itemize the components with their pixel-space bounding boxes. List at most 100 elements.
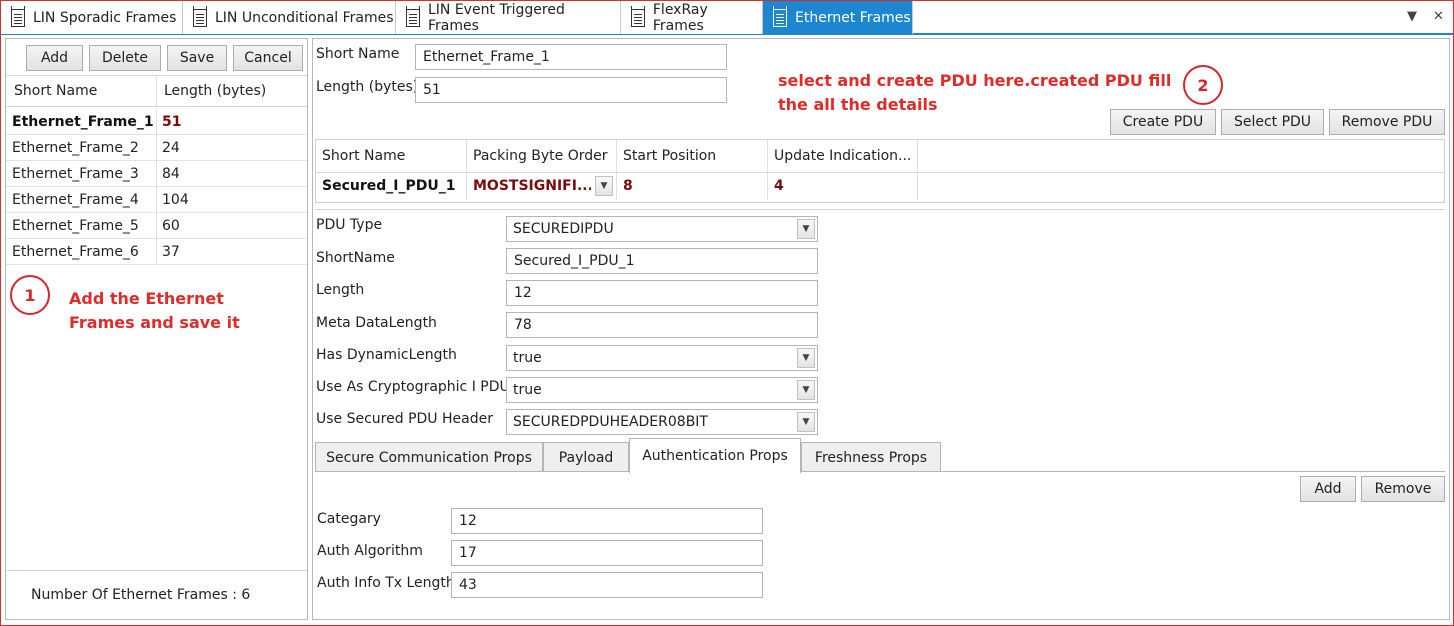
frame-length-field[interactable]: 51: [415, 77, 727, 103]
pdu-length-field[interactable]: 12: [506, 280, 818, 306]
annotation-step-2-circle: 2: [1183, 65, 1223, 105]
packing-byte-order-value[interactable]: MOSTSIGNIFI...: [467, 173, 591, 199]
category-field[interactable]: 12: [451, 508, 763, 534]
table-row[interactable]: Secured_I_PDU_1 MOSTSIGNIFI... ▼ 8 4: [316, 173, 1444, 200]
table-row[interactable]: Ethernet_Frame_5 60: [6, 213, 307, 239]
tab-lin-sporadic-frames[interactable]: LIN Sporadic Frames: [1, 1, 183, 34]
chevron-down-icon[interactable]: ▼: [797, 412, 815, 432]
meta-data-length-label: Meta DataLength: [316, 315, 437, 331]
chevron-down-icon[interactable]: ▼: [1407, 9, 1417, 25]
select-pdu-button[interactable]: Select PDU: [1221, 109, 1324, 135]
document-icon: [406, 5, 420, 27]
tab-lin-unconditional-frames[interactable]: LIN Unconditional Frames: [183, 1, 396, 34]
add-auth-button[interactable]: Add: [1300, 476, 1356, 502]
frame-count-status: Number Of Ethernet Frames : 6: [31, 587, 251, 603]
tab-lin-event-triggered-frames[interactable]: LIN Event Triggered Frames: [396, 1, 621, 34]
column-header-packing-byte-order[interactable]: Packing Byte Order: [467, 143, 615, 169]
remove-pdu-button[interactable]: Remove PDU: [1329, 109, 1445, 135]
column-header-short-name[interactable]: Short Name: [8, 78, 156, 104]
authentication-props-content: Add Remove Categary 12 Auth Algorithm 17…: [315, 471, 1445, 617]
frame-length: 51: [162, 114, 182, 130]
frame-short-name: Ethernet_Frame_1: [12, 114, 154, 130]
column-separator: [917, 173, 918, 200]
use-as-cryptographic-value: true: [513, 382, 542, 398]
annotation-line: Add the Ethernet: [69, 289, 224, 308]
column-header-update-indication[interactable]: Update Indication...: [768, 143, 916, 169]
save-button[interactable]: Save: [167, 45, 227, 71]
column-header-short-name[interactable]: Short Name: [316, 143, 466, 169]
document-icon: [193, 5, 207, 27]
frames-grid-header: Short Name Length (bytes): [6, 75, 307, 107]
has-dynamic-length-select[interactable]: true ▼: [506, 345, 818, 371]
auth-info-tx-length-field[interactable]: 43: [451, 572, 763, 598]
pdu-type-select[interactable]: SECUREDIPDU ▼: [506, 216, 818, 242]
chevron-down-icon[interactable]: ▼: [595, 176, 613, 196]
chevron-down-icon[interactable]: ▼: [797, 219, 815, 239]
frame-length: 37: [162, 244, 180, 260]
use-secured-pdu-header-select[interactable]: SECUREDPDUHEADER08BIT ▼: [506, 409, 818, 435]
add-frame-button[interactable]: Add: [26, 45, 83, 71]
auth-info-tx-length-label: Auth Info Tx Length: [317, 575, 455, 591]
tab-authentication-props[interactable]: Authentication Props: [629, 438, 801, 473]
pdu-short-name: Secured_I_PDU_1: [322, 178, 456, 194]
tab-ethernet-frames[interactable]: Ethernet Frames: [763, 1, 913, 34]
has-dynamic-length-label: Has DynamicLength: [316, 347, 457, 363]
document-icon: [773, 5, 787, 27]
chevron-down-icon[interactable]: ▼: [797, 348, 815, 368]
close-icon[interactable]: ✕: [1433, 9, 1444, 25]
has-dynamic-length-value: true: [513, 350, 542, 366]
pdu-type-value: SECUREDIPDU: [513, 221, 614, 237]
auth-algorithm-field[interactable]: 17: [451, 540, 763, 566]
tab-payload[interactable]: Payload: [543, 442, 629, 472]
use-secured-pdu-header-value: SECUREDPDUHEADER08BIT: [513, 414, 708, 430]
tab-label: Ethernet Frames: [795, 9, 911, 26]
frame-length: 60: [162, 218, 180, 234]
tab-flexray-frames[interactable]: FlexRay Frames: [621, 1, 763, 34]
table-row[interactable]: Ethernet_Frame_2 24: [6, 135, 307, 161]
frame-short-name: Ethernet_Frame_4: [12, 192, 139, 208]
tab-freshness-props[interactable]: Freshness Props: [801, 442, 941, 472]
column-header-start-position[interactable]: Start Position: [617, 143, 767, 169]
use-as-cryptographic-select[interactable]: true ▼: [506, 377, 818, 403]
auth-algorithm-label: Auth Algorithm: [317, 543, 423, 559]
table-row[interactable]: Ethernet_Frame_1 51: [6, 109, 307, 135]
document-icon: [631, 5, 645, 27]
document-icon: [11, 5, 25, 27]
tab-label: LIN Unconditional Frames: [215, 9, 394, 26]
ethernet-frames-list-panel: Add Delete Save Cancel Short Name Length…: [5, 38, 308, 620]
frame-short-name-field[interactable]: Ethernet_Frame_1: [415, 44, 727, 70]
use-as-cryptographic-label: Use As Cryptographic I PDU: [316, 379, 510, 395]
delete-frame-button[interactable]: Delete: [89, 45, 161, 71]
start-position-value: 8: [623, 178, 633, 194]
annotation-step-1-text: Add the Ethernet Frames and save it: [69, 287, 240, 335]
footer-divider: [6, 570, 307, 571]
tab-label: FlexRay Frames: [652, 1, 708, 34]
tab-secure-communication-props[interactable]: Secure Communication Props: [315, 442, 543, 472]
table-row[interactable]: Ethernet_Frame_3 84: [6, 161, 307, 187]
document-tab-strip: LIN Sporadic Frames LIN Unconditional Fr…: [1, 1, 1453, 35]
pdu-shortname-field[interactable]: Secured_I_PDU_1: [506, 248, 818, 274]
annotation-step-1-circle: 1: [10, 275, 50, 315]
meta-data-length-field[interactable]: 78: [506, 312, 818, 338]
frame-short-name: Ethernet_Frame_2: [12, 140, 139, 156]
pdu-grid-header: Short Name Packing Byte Order Start Posi…: [316, 140, 1444, 173]
table-row[interactable]: Ethernet_Frame_6 37: [6, 239, 307, 265]
frame-length: 104: [162, 192, 189, 208]
remove-auth-button[interactable]: Remove: [1361, 476, 1445, 502]
table-row[interactable]: Ethernet_Frame_4 104: [6, 187, 307, 213]
frame-short-name: Ethernet_Frame_6: [12, 244, 139, 260]
tab-label: LIN Sporadic Frames: [33, 9, 177, 26]
create-pdu-button[interactable]: Create PDU: [1110, 109, 1216, 135]
frame-short-name: Ethernet_Frame_3: [12, 166, 139, 182]
column-header-length[interactable]: Length (bytes): [158, 78, 306, 104]
chevron-down-icon[interactable]: ▼: [797, 380, 815, 400]
frame-short-name: Ethernet_Frame_5: [12, 218, 139, 234]
short-name-label: Short Name: [316, 46, 400, 62]
pdu-props-tabs: Secure Communication Props Payload Authe…: [315, 438, 1445, 473]
column-separator[interactable]: [156, 76, 157, 106]
section-divider: [315, 209, 1445, 210]
category-label: Categary: [317, 511, 381, 527]
column-separator[interactable]: [917, 140, 918, 172]
frame-length: 24: [162, 140, 180, 156]
cancel-button[interactable]: Cancel: [233, 45, 303, 71]
